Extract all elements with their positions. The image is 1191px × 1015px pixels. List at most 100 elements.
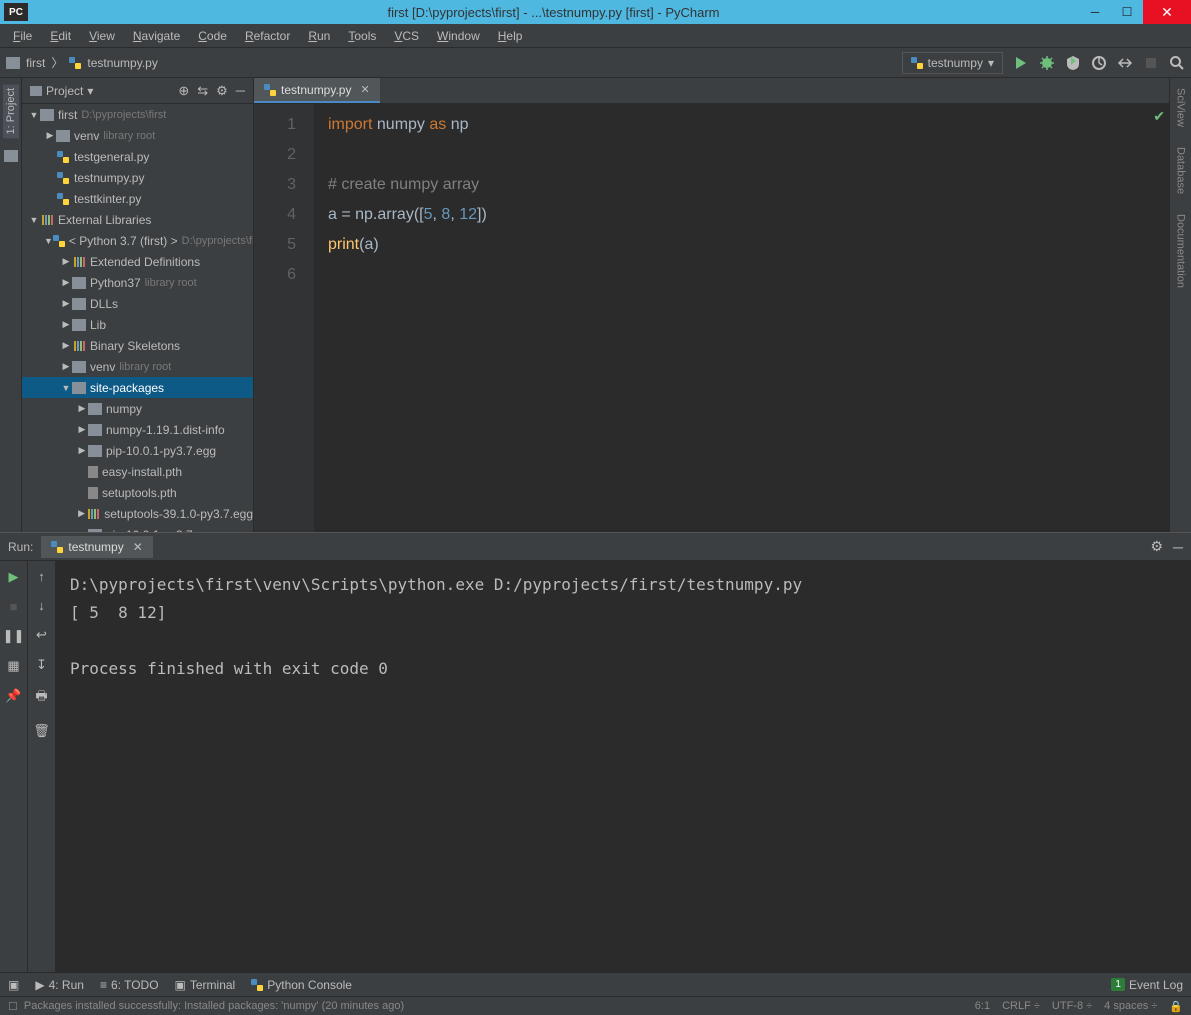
attach-icon[interactable]	[1117, 55, 1133, 71]
tree-arrow-icon[interactable]: ▶	[60, 298, 72, 309]
tree-item[interactable]: ▶Binary Skeletons	[22, 335, 253, 356]
tree-item[interactable]: easy-install.pth	[22, 461, 253, 482]
print-icon[interactable]: 🖶	[35, 687, 47, 709]
menu-vcs[interactable]: VCS	[387, 26, 426, 46]
pin-icon[interactable]: 📌	[5, 688, 21, 704]
line-separator[interactable]: CRLF ÷	[1002, 1000, 1040, 1013]
tree-arrow-icon[interactable]: ▶	[60, 277, 72, 288]
hide-icon[interactable]: ─	[236, 83, 245, 99]
tree-item[interactable]: setuptools.pth	[22, 482, 253, 503]
menu-navigate[interactable]: Navigate	[126, 26, 187, 46]
tree-arrow-icon[interactable]: ▶	[60, 340, 72, 351]
run-config-selector[interactable]: testnumpy ▾	[902, 52, 1003, 74]
tree-item[interactable]: testtkinter.py	[22, 188, 253, 209]
terminal-bottom-tab[interactable]: ▣ Terminal	[175, 978, 236, 992]
tree-item[interactable]: ▶pip-10.0.1-py3.7.egg	[22, 440, 253, 461]
run-tab[interactable]: testnumpy ✕	[41, 536, 152, 558]
tree-item[interactable]: ▼External Libraries	[22, 209, 253, 230]
menu-help[interactable]: Help	[491, 26, 530, 46]
tree-arrow-icon[interactable]: ▼	[28, 110, 40, 120]
menu-view[interactable]: View	[82, 26, 122, 46]
editor-tab[interactable]: testnumpy.py ✕	[254, 78, 380, 103]
status-toggle-icon[interactable]: ☐	[8, 1000, 18, 1013]
hide-icon[interactable]: ─	[1173, 539, 1183, 555]
tree-item[interactable]: ▶Lib	[22, 314, 253, 335]
layout-icon[interactable]: ▦	[7, 658, 19, 674]
project-tab[interactable]: 1: Project	[3, 84, 19, 138]
search-icon[interactable]	[1169, 55, 1185, 71]
todo-bottom-tab[interactable]: ≡ 6: TODO	[100, 978, 159, 992]
project-view-selector[interactable]: Project ▾	[30, 84, 172, 98]
tree-item[interactable]: ▼firstD:\pyprojects\first	[22, 104, 253, 125]
project-tree[interactable]: ▼firstD:\pyprojects\first▶venvlibrary ro…	[22, 104, 253, 532]
down-icon[interactable]: ↓	[38, 598, 45, 613]
tree-item[interactable]: pip-10.0.1-py3.7.egg	[22, 524, 253, 532]
right-tab-documentation[interactable]: Documentation	[1173, 210, 1189, 292]
tree-arrow-icon[interactable]: ▶	[60, 256, 72, 267]
tree-arrow-icon[interactable]: ▶	[60, 319, 72, 330]
menu-code[interactable]: Code	[191, 26, 234, 46]
wrap-icon[interactable]: ↩	[36, 627, 47, 643]
indent-config[interactable]: 4 spaces ÷	[1104, 1000, 1157, 1013]
run-output[interactable]: D:\pyprojects\first\venv\Scripts\python.…	[56, 561, 1191, 972]
toggle-toolwindows-icon[interactable]: ▣	[8, 978, 19, 992]
pause-icon[interactable]: ❚❚	[3, 628, 25, 644]
tree-arrow-icon[interactable]: ▶	[44, 130, 56, 141]
tree-item[interactable]: ▶DLLs	[22, 293, 253, 314]
tree-item[interactable]: ▼site-packages	[22, 377, 253, 398]
run-coverage-icon[interactable]	[1065, 55, 1081, 71]
breadcrumb[interactable]: first 〉 testnumpy.py	[6, 54, 158, 71]
menu-window[interactable]: Window	[430, 26, 487, 46]
tree-item[interactable]: testgeneral.py	[22, 146, 253, 167]
tree-arrow-icon[interactable]: ▼	[44, 236, 53, 246]
tree-arrow-icon[interactable]: ▼	[28, 215, 40, 225]
inspection-ok-icon[interactable]: ✔	[1153, 108, 1165, 125]
tree-arrow-icon[interactable]: ▶	[76, 508, 87, 519]
up-icon[interactable]: ↑	[38, 569, 45, 584]
tree-arrow-icon[interactable]: ▶	[76, 445, 88, 456]
tree-item[interactable]: ▶Python37library root	[22, 272, 253, 293]
python-console-bottom-tab[interactable]: Python Console	[251, 978, 352, 992]
gear-icon[interactable]: ⚙	[1151, 538, 1164, 555]
close-button[interactable]: ✕	[1143, 0, 1191, 24]
tree-arrow-icon[interactable]: ▼	[60, 383, 72, 393]
code-content[interactable]: import numpy as np # create numpy array …	[314, 104, 1169, 532]
caret-position[interactable]: 6:1	[975, 1000, 990, 1013]
locate-icon[interactable]: ⊕	[178, 83, 189, 99]
tree-arrow-icon[interactable]: ▶	[76, 424, 88, 435]
stop-icon[interactable]: ■	[10, 599, 18, 614]
file-encoding[interactable]: UTF-8 ÷	[1052, 1000, 1092, 1013]
tree-arrow-icon[interactable]: ▶	[76, 403, 88, 414]
menu-edit[interactable]: Edit	[43, 26, 78, 46]
trash-icon[interactable]: 🗑	[33, 723, 50, 739]
tree-item[interactable]: ▶numpy	[22, 398, 253, 419]
debug-icon[interactable]	[1039, 55, 1055, 71]
tree-item[interactable]: ▶venvlibrary root	[22, 356, 253, 377]
tree-item[interactable]: ▶Extended Definitions	[22, 251, 253, 272]
run-icon[interactable]	[1013, 55, 1029, 71]
close-tab-icon[interactable]: ✕	[360, 83, 369, 96]
scroll-icon[interactable]: ↧	[36, 657, 47, 673]
right-tab-database[interactable]: Database	[1173, 143, 1189, 198]
menu-run[interactable]: Run	[301, 26, 337, 46]
minimize-button[interactable]: ─	[1079, 0, 1111, 24]
tree-item[interactable]: ▶venvlibrary root	[22, 125, 253, 146]
close-run-tab-icon[interactable]: ✕	[133, 540, 143, 554]
lock-icon[interactable]: 🔒	[1169, 1000, 1183, 1013]
tree-arrow-icon[interactable]: ▶	[60, 361, 72, 372]
maximize-button[interactable]: ☐	[1111, 0, 1143, 24]
folder-icon[interactable]	[4, 150, 18, 162]
tree-item[interactable]: ▶setuptools-39.1.0-py3.7.egg	[22, 503, 253, 524]
right-tab-sciview[interactable]: SciView	[1173, 84, 1189, 131]
tree-item[interactable]: ▶numpy-1.19.1.dist-info	[22, 419, 253, 440]
collapse-icon[interactable]: ⇆	[197, 83, 208, 99]
gear-icon[interactable]: ⚙	[216, 83, 228, 99]
code-editor[interactable]: 123456 import numpy as np # create numpy…	[254, 104, 1169, 532]
run-bottom-tab[interactable]: ▶ 4: Run	[35, 978, 84, 992]
menu-tools[interactable]: Tools	[341, 26, 383, 46]
tree-item[interactable]: testnumpy.py	[22, 167, 253, 188]
stop-icon[interactable]	[1143, 55, 1159, 71]
menu-refactor[interactable]: Refactor	[238, 26, 297, 46]
rerun-icon[interactable]: ▶	[9, 569, 19, 585]
tree-item[interactable]: ▼< Python 3.7 (first) >D:\pyprojects\fir…	[22, 230, 253, 251]
